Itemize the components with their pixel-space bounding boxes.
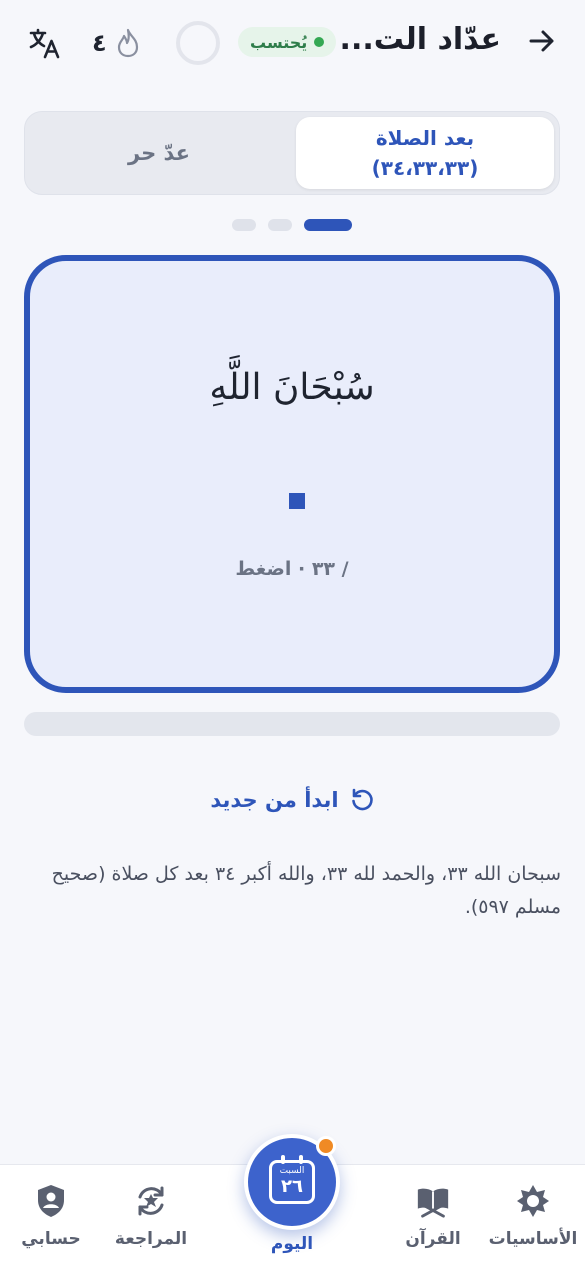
- back-button[interactable]: [525, 24, 559, 58]
- shield-user-icon: [38, 1185, 64, 1217]
- restart-button[interactable]: ابدأ من جديد: [0, 780, 585, 820]
- tab-free-count-label: عدّ حر: [128, 141, 190, 165]
- mode-toggle: بعد الصلاة (٣٤،٣٣،٣٣) عدّ حر: [24, 111, 560, 195]
- nav-label-quran: القرآن: [405, 1229, 461, 1249]
- nav-item-review[interactable]: المراجعة: [96, 1183, 206, 1249]
- daily-progress-ring[interactable]: [176, 21, 220, 65]
- tap-counter-card[interactable]: سُبْحَانَ اللَّهِ / ٣٣ · اضغط: [24, 255, 560, 693]
- tab-after-prayer[interactable]: بعد الصلاة (٣٤،٣٣،٣٣): [296, 117, 554, 189]
- tab-free-count[interactable]: عدّ حر: [30, 117, 288, 189]
- status-badge: يُحتسب: [238, 27, 337, 57]
- app-header: عدّاد الت... يُحتسب ٤: [0, 0, 585, 86]
- translate-button[interactable]: [26, 24, 64, 62]
- nav-label-review: المراجعة: [114, 1229, 188, 1249]
- progress-bar: [24, 712, 560, 736]
- tab-after-prayer-counts: (٣٤،٣٣،٣٣): [371, 156, 479, 180]
- translate-icon: [29, 28, 60, 59]
- streak-count: ٤: [92, 29, 107, 57]
- pager-dots: [0, 219, 585, 231]
- nav-item-account[interactable]: حسابي: [0, 1183, 106, 1249]
- nav-label-basics: الأساسيات: [488, 1229, 578, 1249]
- mosque-star-icon: [517, 1185, 549, 1217]
- quran-book-icon: [417, 1188, 449, 1218]
- pager-dot-1[interactable]: [304, 219, 352, 231]
- count-marker: [289, 493, 305, 509]
- pager-dot-3[interactable]: [232, 219, 256, 231]
- calendar-date: ٢٦: [281, 1176, 303, 1197]
- status-label: يُحتسب: [250, 32, 308, 52]
- hadith-note: سبحان الله ٣٣، والحمد لله ٣٣، والله أكبر…: [51, 863, 561, 918]
- dhikr-text: سُبْحَانَ اللَّهِ: [209, 367, 375, 408]
- arrow-right-icon: [529, 30, 554, 52]
- streak-indicator[interactable]: ٤: [92, 26, 141, 60]
- nav-label-account: حسابي: [21, 1229, 81, 1249]
- calendar-icon: السبت ٢٦: [269, 1155, 315, 1204]
- restart-label: ابدأ من جديد: [210, 788, 339, 812]
- nav-item-quran[interactable]: القرآن: [378, 1183, 488, 1249]
- calendar-day-label: السبت: [279, 1166, 305, 1176]
- page-title: عدّاد الت...: [339, 22, 501, 57]
- pager-dot-2[interactable]: [268, 219, 292, 231]
- flame-icon: [117, 28, 138, 58]
- nav-label-today[interactable]: اليوم: [244, 1234, 340, 1254]
- review-cycle-icon: [138, 1186, 164, 1216]
- count-hint: / ٣٣ · اضغط: [235, 558, 349, 580]
- notification-dot: [316, 1136, 336, 1156]
- tab-after-prayer-label: بعد الصلاة: [375, 126, 475, 150]
- nav-item-basics[interactable]: الأساسيات: [478, 1183, 585, 1249]
- restart-icon: [351, 788, 373, 811]
- status-dot-icon: [314, 37, 325, 47]
